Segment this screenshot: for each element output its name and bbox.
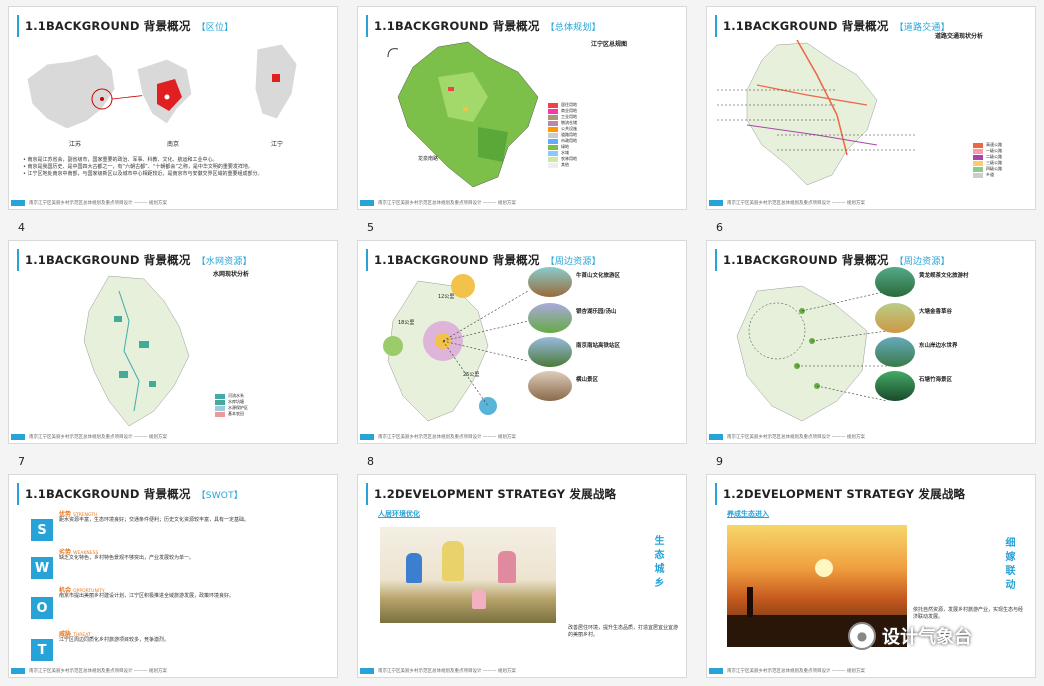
photo-waterfall xyxy=(875,267,915,297)
slide-5[interactable]: 1.1BACKGROUND 背景概况 【周边资源】 12公里 18公里 25公里 … xyxy=(357,240,687,444)
place-name: 东山岸边水世界 xyxy=(919,343,958,349)
section-heading: 人居环境优化 xyxy=(378,510,420,518)
distance-label: 25公里 xyxy=(463,372,480,378)
page-number: 5 xyxy=(367,221,374,234)
swot-strength: S 优势 STRENGTH 距水资源丰富，生态环境良好；交通条件便利；历史文化资… xyxy=(31,509,331,547)
map-legend: 河流水系 水库坑塘 水源保护区 基本农田 xyxy=(215,393,248,417)
slide-footer: 南京江宁区美丽乡村示范区总体规划及重点项目设计 ——— 规划方案 xyxy=(9,431,337,443)
slide-3[interactable]: 1.1BACKGROUND 背景概况 【道路交通】 道路交通现状分析 高速公路 一… xyxy=(706,6,1036,210)
slide-8[interactable]: 1.2DEVELOPMENT STRATEGY 发展战略 人居环境优化 生态城乡… xyxy=(357,474,687,678)
slide-6[interactable]: 1.1BACKGROUND 背景概况 【周边资源】 黄龙岘茶文化旅游村 大塘金香草… xyxy=(706,240,1036,444)
place-name: 银杏湖乐园/汤山 xyxy=(576,309,617,315)
road-network-map xyxy=(717,39,917,186)
page-number: 8 xyxy=(367,455,374,468)
map-legend: 高速公路 一级公路 二级公路 三级公路 四级公路 乡道 xyxy=(973,142,1002,178)
slide-title: 1.1BACKGROUND 背景概况 【周边资源】 xyxy=(366,249,601,271)
place-name: 南京南站高铁站区 xyxy=(576,343,621,349)
photo-bamboo xyxy=(875,371,915,401)
location-maps xyxy=(26,43,298,130)
slide-footer: 南京江宁区美丽乡村示范区总体规划及重点项目设计 ——— 规划方案 xyxy=(358,431,686,443)
swot-weakness: W 劣势 WEAKNESS 缺乏文化特色，乡村特色景观不够突出，产业发展较为单一… xyxy=(31,547,331,585)
swot-threat: T 威胁 THREAT 江宁区周边同质化乡村旅游项目较多，竞争激烈。 xyxy=(31,629,331,667)
distance-label: 18公里 xyxy=(398,320,415,326)
photo-water xyxy=(875,337,915,367)
section-heading: 养成生态进入 xyxy=(727,510,769,518)
slide-footer: 南京江宁区美丽乡村示范区总体规划及重点项目设计 ——— 规划方案 xyxy=(707,197,1035,209)
slide-title: 1.2DEVELOPMENT STRATEGY 发展战略 xyxy=(715,483,965,505)
map-subtitle: 水网现状分析 xyxy=(213,271,250,278)
place-name: 黄龙岘茶文化旅游村 xyxy=(919,273,969,279)
slide-title: 1.1BACKGROUND 背景概况 【总体规划】 xyxy=(366,15,601,37)
place-name: 牛首山文化旅游区 xyxy=(576,273,621,279)
slide-7[interactable]: 1.1BACKGROUND 背景概况 【SWOT】 S 优势 STRENGTH 距… xyxy=(8,474,338,678)
map-subtitle: 江宁区总规图 xyxy=(591,41,628,48)
slide-title: 1.1BACKGROUND 背景概况 【道路交通】 xyxy=(715,15,950,37)
slide-footer: 南京江宁区美丽乡村示范区总体规划及重点项目设计 ——— 规划方案 xyxy=(707,665,1035,677)
slide-footer: 南京江宁区美丽乡村示范区总体规划及重点项目设计 ——— 规划方案 xyxy=(9,665,337,677)
water-network-map xyxy=(83,275,190,427)
photo-landscape xyxy=(528,303,572,333)
photo-pagoda xyxy=(528,267,572,297)
slide-1[interactable]: 1.1BACKGROUND 背景概况 【区位】 江苏 南京 江宁 • 南京是江苏省… xyxy=(8,6,338,210)
slide-footer: 南京江宁区美丽乡村示范区总体规划及重点项目设计 ——— 规划方案 xyxy=(358,665,686,677)
slide-footer: 南京江宁区美丽乡村示范区总体规划及重点项目设计 ——— 规划方案 xyxy=(358,197,686,209)
slide-2[interactable]: 1.1BACKGROUND 背景概况 【总体规划】 龙泉南路 江宁区总规图 居住用… xyxy=(357,6,687,210)
slide-title: 1.1BACKGROUND 背景概况 【SWOT】 xyxy=(17,483,243,505)
map-subtitle: 道路交通现状分析 xyxy=(935,33,984,40)
page-number: 9 xyxy=(716,455,723,468)
wechat-icon: ● xyxy=(848,622,876,650)
watermark: ● 设计气象台 xyxy=(848,622,972,650)
slide-title: 1.1BACKGROUND 背景概况 【区位】 xyxy=(17,15,233,37)
slide-footer: 南京江宁区美丽乡村示范区总体规划及重点项目设计 ——— 规划方案 xyxy=(9,197,337,209)
slide-title: 1.1BACKGROUND 背景概况 【周边资源】 xyxy=(715,249,950,271)
side-vertical-title: 细嫁联动 xyxy=(1003,537,1014,593)
slide-title: 1.1BACKGROUND 背景概况 【水网资源】 xyxy=(17,249,252,271)
page-number: 6 xyxy=(716,221,723,234)
map-legend: 居住用地 商业用地 工业用地 物流仓储 公共设施 道路用地 市政用地 绿地 水域… xyxy=(548,102,577,168)
photo-lake xyxy=(528,337,572,367)
slide-footer: 南京江宁区美丽乡村示范区总体规划及重点项目设计 ——— 规划方案 xyxy=(707,431,1035,443)
side-vertical-title: 生态城乡 xyxy=(652,535,663,591)
slide-4[interactable]: 1.1BACKGROUND 背景概况 【水网资源】 水网现状分析 河流水系 水库坑… xyxy=(8,240,338,444)
photo-flowers xyxy=(875,303,915,333)
caption: 依托自然资源，发展乡村旅游产业，实现生态与经济联动发展。 xyxy=(913,607,1024,620)
photo-children-jumping xyxy=(380,527,556,623)
bullet-list: • 南京是江苏省会，副省级市，国家重要的政治、军事、科教、文化、航运和工业中心。… xyxy=(23,157,263,177)
place-name: 石塘竹海景区 xyxy=(919,377,953,383)
caption: 改善居住环境，提升生态品质，打造宜居宜业宜游的美丽乡村。 xyxy=(568,625,679,638)
road-label: 龙泉南路 xyxy=(418,156,439,162)
map-label-jiangsu: 江苏 xyxy=(69,141,82,148)
distance-label: 12公里 xyxy=(438,294,455,300)
slide-title: 1.2DEVELOPMENT STRATEGY 发展战略 xyxy=(366,483,616,505)
swot-block: S 优势 STRENGTH 距水资源丰富，生态环境良好；交通条件便利；历史文化资… xyxy=(31,509,331,669)
page-number: 4 xyxy=(18,221,25,234)
page-number: 7 xyxy=(18,455,25,468)
map-label-nanjing: 南京 xyxy=(167,141,180,148)
place-name: 大塘金香草谷 xyxy=(919,309,953,315)
surrounding-resources-map-2 xyxy=(736,285,887,422)
photo-mountain xyxy=(528,371,572,401)
map-label-jiangning: 江宁 xyxy=(271,141,284,148)
place-name: 横山景区 xyxy=(576,377,599,383)
swot-opportunity: O 机会 OPPORTUNITY 南京市提出美丽乡村建设计划，江宁区积极推进全域… xyxy=(31,585,331,629)
